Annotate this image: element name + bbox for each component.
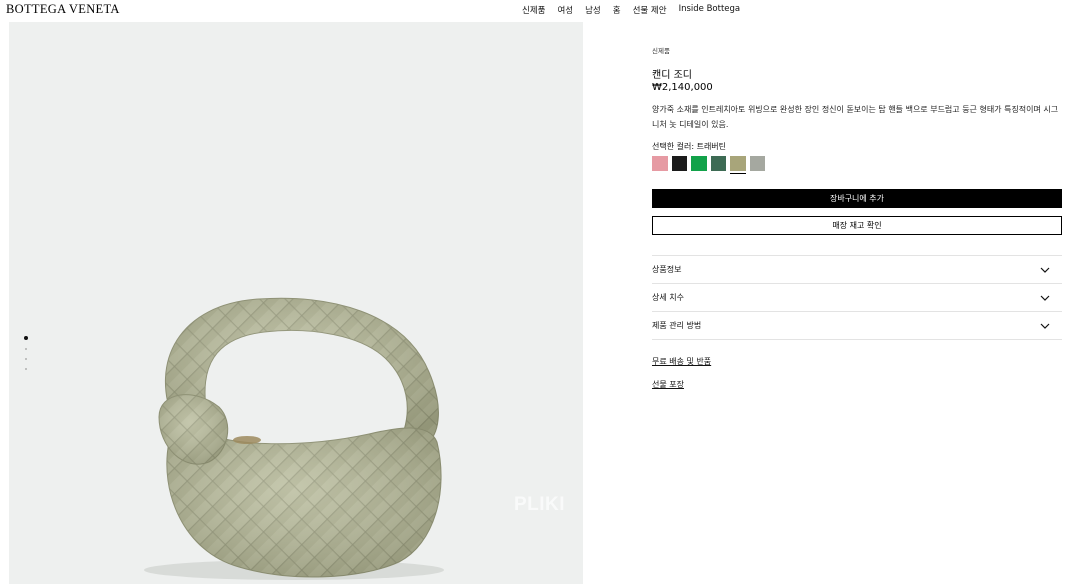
swatch-dark-green[interactable] bbox=[710, 156, 726, 171]
product-category: 신제품 bbox=[652, 47, 670, 55]
nav-item-home[interactable]: 홈 bbox=[613, 4, 621, 16]
nav-item-inside-bottega[interactable]: Inside Bottega bbox=[679, 4, 741, 16]
swatch-black[interactable] bbox=[671, 156, 687, 171]
chevron-down-icon bbox=[1040, 323, 1050, 329]
accordion-label: 상세 치수 bbox=[652, 293, 684, 302]
free-shipping-link[interactable]: 무료 배송 및 반품 bbox=[652, 356, 711, 367]
product-title: 캔디 조디 bbox=[652, 70, 692, 81]
product-image bbox=[144, 297, 444, 580]
brand-logo[interactable]: BOTTEGA VENETA bbox=[6, 2, 120, 17]
product-price: ₩2,140,000 bbox=[652, 82, 713, 93]
product-accordion: 상품정보 상세 치수 제품 관리 방법 bbox=[652, 255, 1062, 340]
accordion-dimensions[interactable]: 상세 치수 bbox=[652, 284, 1062, 312]
check-store-stock-button[interactable]: 매장 재고 확인 bbox=[652, 216, 1062, 235]
accordion-care[interactable]: 제품 관리 방법 bbox=[652, 312, 1062, 340]
nav-item-new[interactable]: 신제품 bbox=[522, 4, 545, 16]
swatch-parakeet-green[interactable] bbox=[691, 156, 707, 171]
site-header: BOTTEGA VENETA 신제품 여성 남성 홈 선물 제안 Inside … bbox=[0, 0, 1080, 20]
accordion-product-info[interactable]: 상품정보 bbox=[652, 256, 1062, 284]
main-nav: 신제품 여성 남성 홈 선물 제안 Inside Bottega bbox=[522, 4, 740, 16]
nav-item-men[interactable]: 남성 bbox=[585, 4, 601, 16]
nav-item-gifts[interactable]: 선물 제안 bbox=[633, 4, 667, 16]
nav-item-women[interactable]: 여성 bbox=[557, 4, 573, 16]
swatch-travertine[interactable] bbox=[730, 156, 746, 174]
product-description: 양가죽 소재를 인트레치아토 위빙으로 완성한 장인 정신이 돋보이는 탑 핸들… bbox=[652, 105, 1059, 129]
swatch-pink[interactable] bbox=[652, 156, 668, 171]
product-gallery: PLIKI bbox=[9, 22, 583, 584]
selected-color-label: 선택한 컬러: 트래버틴 bbox=[652, 142, 727, 151]
color-swatches bbox=[652, 156, 765, 174]
gift-wrap-link[interactable]: 선물 포장 bbox=[652, 379, 684, 390]
chevron-down-icon bbox=[1040, 267, 1050, 273]
swatch-grey[interactable] bbox=[749, 156, 765, 171]
add-to-cart-button[interactable]: 장바구니에 추가 bbox=[652, 189, 1062, 208]
chevron-down-icon bbox=[1040, 295, 1050, 301]
image-watermark: PLIKI bbox=[514, 494, 566, 515]
accordion-label: 제품 관리 방법 bbox=[652, 321, 702, 330]
accordion-label: 상품정보 bbox=[652, 265, 682, 274]
